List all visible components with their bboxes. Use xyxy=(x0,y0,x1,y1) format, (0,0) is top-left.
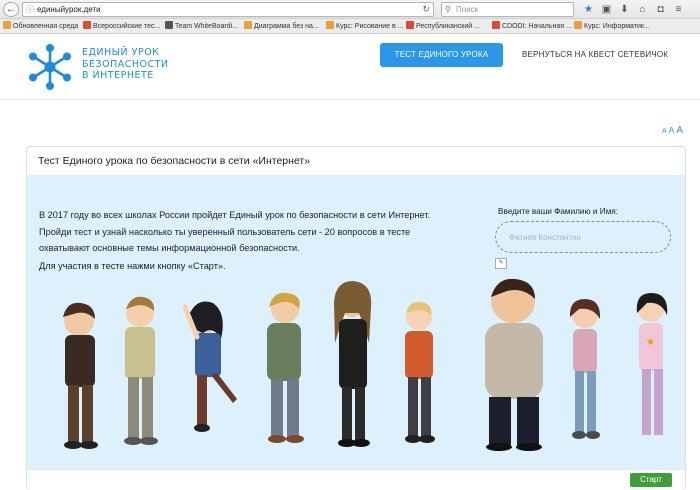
test-panel: Тест Единого урока по безопасности в сет… xyxy=(26,146,686,490)
character-boy-dark xyxy=(63,302,98,449)
bookmark-favicon-icon xyxy=(83,21,91,29)
star-icon[interactable]: ★ xyxy=(582,3,595,16)
bookmark-favicon-icon xyxy=(165,21,173,29)
url-text: единыйурок.дети xyxy=(37,5,101,14)
font-size-medium[interactable]: A xyxy=(669,125,675,135)
url-bar[interactable]: ⓘ единыйурок.дети ↻ xyxy=(22,2,434,17)
browser-toolbar: ← ⓘ единыйурок.дети ↻ ⚲ Поиск ★ ▣ ⬇ ⌂ ◘ … xyxy=(0,0,700,19)
intro-text: В 2017 году во всех школах России пройде… xyxy=(39,210,431,253)
star-icon: ★ xyxy=(646,337,655,348)
start-button[interactable]: Старт xyxy=(630,473,672,487)
menu-icon[interactable]: ≡ xyxy=(672,3,685,16)
pocket-icon[interactable]: ◘ xyxy=(654,3,667,16)
clipboard-icon[interactable]: ▣ xyxy=(600,3,613,16)
search-input[interactable]: ⚲ Поиск xyxy=(441,2,574,17)
reload-icon[interactable]: ↻ xyxy=(422,3,430,16)
font-size-small[interactable]: A xyxy=(662,128,667,135)
download-icon[interactable]: ⬇ xyxy=(618,3,631,16)
start-instruction: Для участия в тесте нажми кнопку «Старт»… xyxy=(39,261,226,271)
search-icon: ⚲ xyxy=(445,5,451,14)
bookmark-item[interactable]: Обновленная среда xyxy=(3,19,78,33)
character-boy-glasses xyxy=(124,296,158,445)
bookmark-item[interactable]: Team WhiteBoardi... xyxy=(165,19,238,33)
bookmark-item[interactable]: Курс: Рисование в ... xyxy=(326,19,403,33)
site-logo-text[interactable]: ЕДИНЫЙ УРОК БЕЗОПАСНОСТИ В ИНТЕРНЕТЕ xyxy=(82,47,169,82)
test-button[interactable]: ТЕСТ ЕДИНОГО УРОКА xyxy=(380,43,503,67)
edit-icon[interactable]: ✎ xyxy=(495,258,507,269)
home-icon[interactable]: ⌂ xyxy=(636,3,649,16)
network-logo-icon[interactable] xyxy=(26,43,74,91)
bookmark-item[interactable]: Всероссийские тес... xyxy=(83,19,160,33)
panel-header: Тест Единого урока по безопасности в сет… xyxy=(27,147,685,176)
bookmark-favicon-icon xyxy=(406,21,414,29)
character-boy-orange xyxy=(405,301,435,443)
bookmark-favicon-icon xyxy=(244,21,252,29)
info-icon[interactable]: ⓘ xyxy=(26,3,34,16)
font-size-large[interactable]: A xyxy=(676,125,683,136)
bookmark-item[interactable]: Республиканский ... xyxy=(406,19,480,33)
character-girl-pink xyxy=(569,299,601,439)
panel-title: Тест Единого урока по безопасности в сет… xyxy=(38,155,311,167)
site-header: ЕДИНЫЙ УРОК БЕЗОПАСНОСТИ В ИНТЕРНЕТЕ ТЕС… xyxy=(0,34,700,100)
character-girl-star: ★ xyxy=(636,293,668,435)
name-field-label: Введите ваши Фамилию и Имя: xyxy=(498,207,618,216)
character-girl-jumping xyxy=(182,301,237,432)
font-size-switcher: AAA xyxy=(660,125,683,136)
back-to-quest-link[interactable]: ВЕРНУТЬСЯ НА КВЕСТ СЕТЕВИЧОК xyxy=(522,43,668,67)
bookmark-item[interactable]: CDODI: Начальная ... xyxy=(492,19,572,33)
bookmarks-bar: Обновленная среда Всероссийские тес... T… xyxy=(0,19,700,34)
bookmark-favicon-icon xyxy=(492,21,500,29)
bookmark-favicon-icon xyxy=(326,21,334,29)
name-input[interactable] xyxy=(495,221,671,253)
bookmark-favicon-icon xyxy=(574,21,582,29)
bookmark-item[interactable]: Диаграмма без на... xyxy=(244,19,319,33)
characters-illustration: ★ xyxy=(63,278,668,451)
bookmark-item[interactable]: Курс: Информатик... xyxy=(574,19,650,33)
bookmark-favicon-icon xyxy=(3,21,11,29)
character-boy-big xyxy=(485,278,543,451)
panel-footer: Старт xyxy=(27,469,685,490)
search-placeholder: Поиск xyxy=(456,5,479,14)
character-teen-longhair xyxy=(334,281,372,447)
character-boy-hoodie xyxy=(267,292,304,443)
back-arrow-icon[interactable]: ← xyxy=(3,2,19,17)
